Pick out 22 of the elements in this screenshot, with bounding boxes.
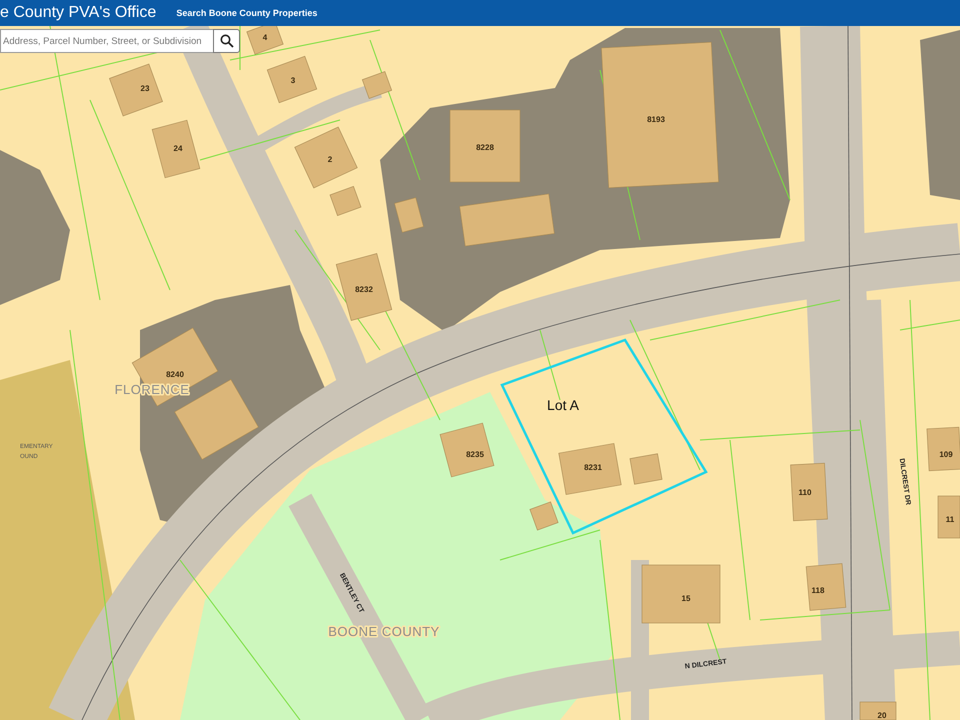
- parcel-number: 23: [140, 84, 150, 93]
- place-label: BOONE COUNTY: [328, 624, 440, 639]
- parcel-number: 8231: [584, 463, 602, 472]
- site-title: e County PVA's Office: [0, 4, 156, 22]
- parcel-number: 109: [939, 450, 953, 459]
- parcel-number: 24: [174, 144, 182, 153]
- parcel-number: 3: [290, 76, 296, 85]
- search-field[interactable]: Address, Parcel Number, Street, or Subdivision: [0, 29, 213, 53]
- parcel-number: 118: [812, 586, 824, 595]
- parcel-number: 8235: [466, 450, 484, 459]
- parcel-number: 8232: [355, 285, 373, 294]
- nav-link[interactable]: Search Boone County Properties: [176, 8, 318, 18]
- parcel-number: 8193: [647, 115, 665, 124]
- parcel-number: 15: [682, 594, 690, 603]
- parcel-number: 2: [328, 155, 332, 164]
- parcel-number: 8228: [476, 143, 494, 152]
- parcel-number: 20: [878, 711, 886, 720]
- lot-label: Lot A: [547, 397, 579, 413]
- parcel-number: 4: [262, 33, 268, 42]
- parcel-number: 8240: [166, 370, 184, 379]
- parcel-number: 110: [798, 488, 812, 497]
- parcel-number: 11: [946, 515, 954, 524]
